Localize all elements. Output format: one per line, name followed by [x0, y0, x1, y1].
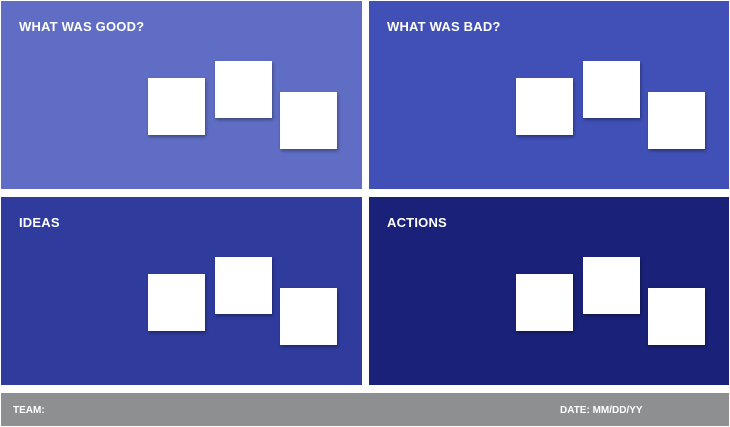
retrospective-board: WHAT WAS GOOD? WHAT WAS BAD? IDEAS ACTIO… — [0, 0, 730, 427]
sticky-note[interactable] — [148, 78, 205, 135]
sticky-note[interactable] — [215, 257, 272, 314]
date-label: DATE: MM/DD/YY — [560, 405, 643, 416]
sticky-note[interactable] — [583, 61, 640, 118]
quadrant-what-was-good: WHAT WAS GOOD? — [1, 1, 362, 189]
sticky-note[interactable] — [215, 61, 272, 118]
quadrant-title: WHAT WAS BAD? — [387, 19, 501, 34]
sticky-note[interactable] — [516, 78, 573, 135]
sticky-note[interactable] — [280, 288, 337, 345]
sticky-note[interactable] — [280, 92, 337, 149]
quadrant-ideas: IDEAS — [1, 197, 362, 385]
quadrant-title: ACTIONS — [387, 215, 447, 230]
quadrant-what-was-bad: WHAT WAS BAD? — [369, 1, 729, 189]
sticky-note[interactable] — [516, 274, 573, 331]
sticky-note[interactable] — [648, 92, 705, 149]
team-label: TEAM: — [13, 405, 45, 416]
footer-bar: TEAM: DATE: MM/DD/YY — [1, 393, 729, 426]
quadrant-title: WHAT WAS GOOD? — [19, 19, 145, 34]
sticky-note[interactable] — [148, 274, 205, 331]
quadrant-actions: ACTIONS — [369, 197, 729, 385]
sticky-note[interactable] — [583, 257, 640, 314]
sticky-note[interactable] — [648, 288, 705, 345]
quadrant-title: IDEAS — [19, 215, 60, 230]
